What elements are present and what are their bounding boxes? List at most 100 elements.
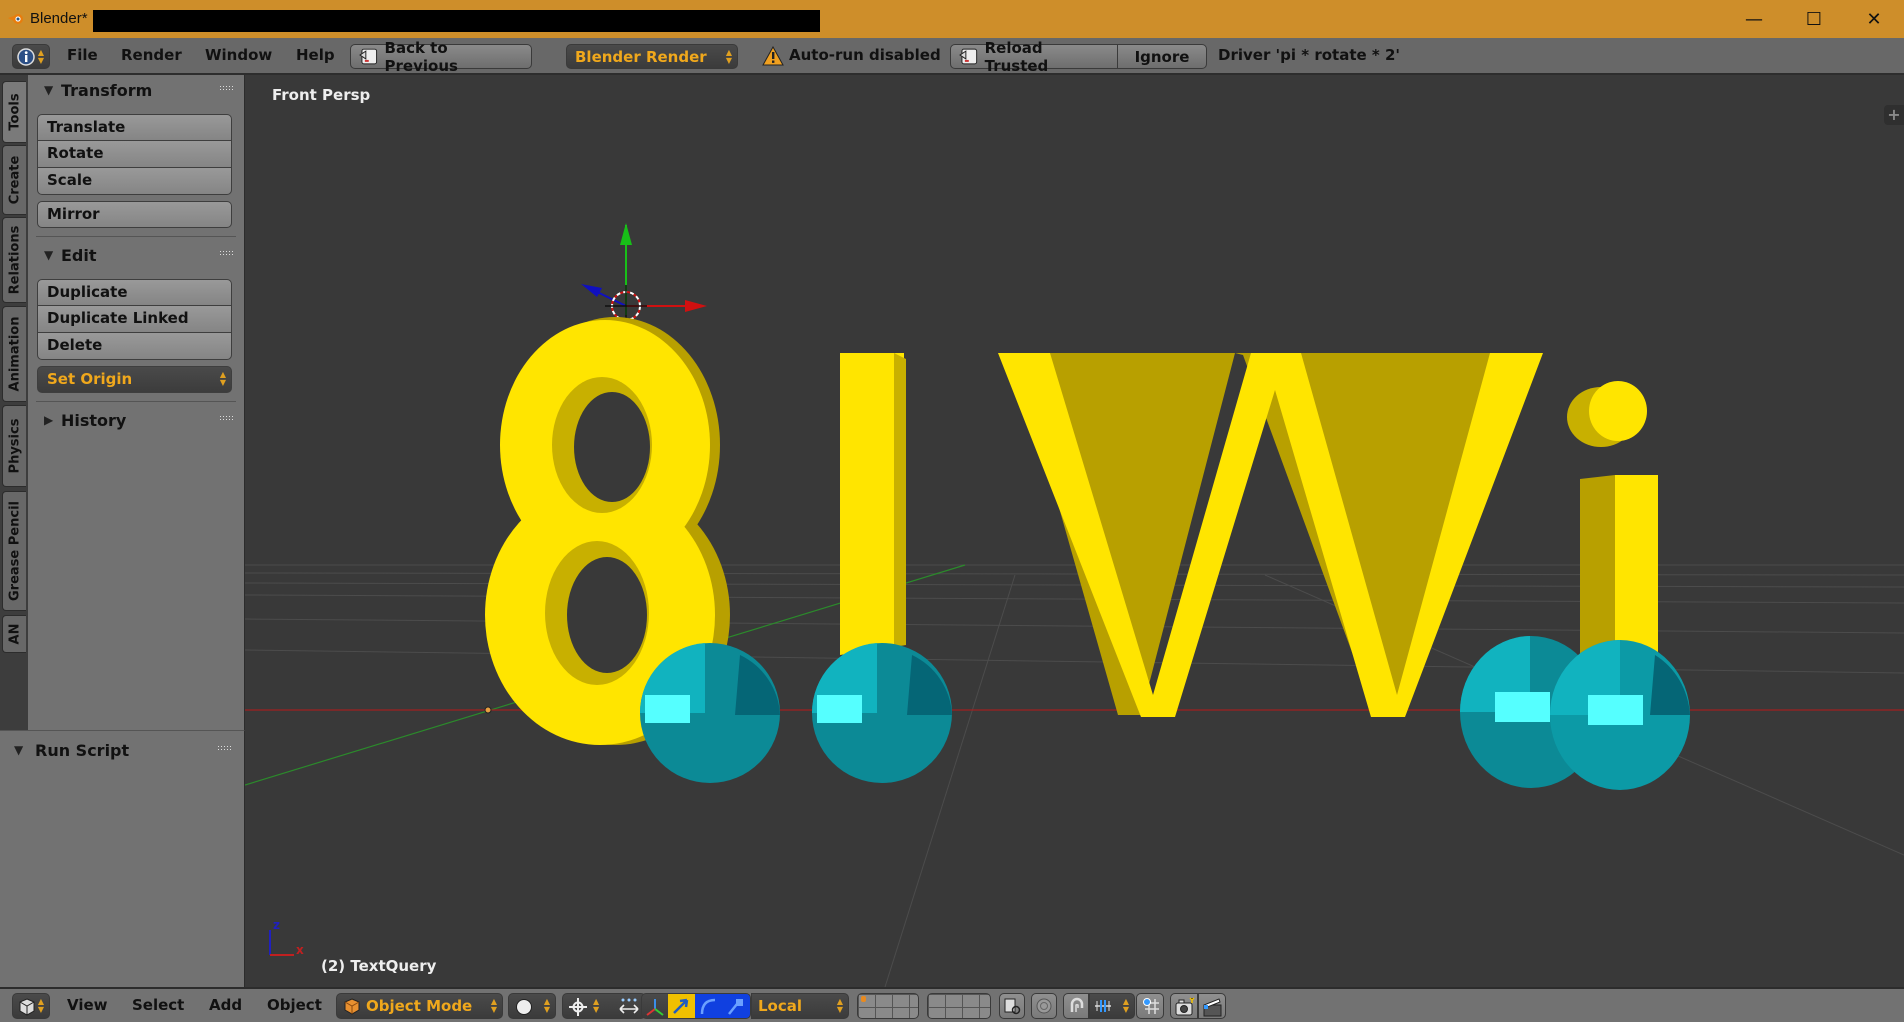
ignore-button[interactable]: Ignore [1117,44,1207,69]
updown-icon: ▲ ▼ [219,370,226,387]
viewport-shading-dropdown[interactable]: ▲ ▼ [508,993,556,1019]
tab-animation[interactable]: Animation [2,306,26,402]
drag-grip-icon[interactable] [217,745,231,751]
proportional-editing-button[interactable] [1031,993,1057,1019]
view-name-label: Front Persp [272,86,371,104]
interaction-mode-dropdown[interactable]: Object Mode ▲ ▼ [336,993,503,1019]
snap-toggle-button[interactable] [1063,993,1089,1019]
tab-grease-pencil-label: Grease Pencil [7,501,22,601]
tool-tabs: Tools Create Relations Animation Physics… [0,75,28,730]
render-engine-dropdown[interactable]: Blender Render ▲ ▼ [566,44,738,69]
lock-layers-button[interactable] [999,993,1025,1019]
editor-type-selector[interactable]: ▲ ▼ [12,993,50,1019]
tab-animation-label: Animation [7,316,22,392]
orientation-label: Local [758,997,803,1015]
sphere-1 [639,643,780,783]
editor-type-selector[interactable]: ▲ ▼ [12,44,50,69]
updown-icon: ▲ ▼ [836,997,843,1014]
panel-run-script-title: Run Script [35,741,130,760]
expand-down-icon: ▼ [14,743,24,757]
scene-layers-1[interactable] [857,993,919,1019]
ignore-label: Ignore [1134,47,1190,66]
window-title: Blender* [30,10,88,27]
menu-select[interactable]: Select [132,989,184,1022]
drag-grip-icon[interactable] [219,250,233,256]
duplicate-button[interactable]: Duplicate [37,279,232,306]
minimize-button[interactable]: — [1724,0,1784,38]
text-mesh-w [998,353,1560,717]
scale-button[interactable]: Scale [37,168,232,195]
text-mesh-l [840,353,906,655]
updown-icon: ▲ ▼ [725,48,732,65]
clapperboard-icon [1203,998,1222,1017]
panel-edit-header[interactable]: ▼ Edit [28,242,245,270]
maximize-button[interactable]: ☐ [1784,0,1844,38]
snap-element-dropdown[interactable]: ▲ ▼ [1089,993,1135,1019]
object-mode-icon [344,998,360,1015]
snap-increment-icon [1095,1000,1111,1012]
object-origin [484,706,492,714]
translate-manipulator-toggle[interactable] [668,994,695,1018]
delete-button[interactable]: Delete [37,333,232,360]
menu-help[interactable]: Help [296,38,335,73]
manipulator-group [641,993,751,1019]
menu-view[interactable]: View [67,989,108,1022]
tab-tools[interactable]: Tools [2,81,26,143]
expand-right-icon: ▶ [44,413,54,427]
drag-grip-icon[interactable] [219,85,233,91]
panel-history-header[interactable]: ▶ History [28,407,245,435]
axis-gizmo: z x [269,920,304,957]
close-button[interactable]: ✕ [1844,0,1904,38]
translate-button[interactable]: Translate [37,114,232,141]
menu-file[interactable]: File [67,38,98,73]
menu-render[interactable]: Render [121,38,182,73]
render-opengl-animation-button[interactable] [1198,993,1226,1019]
pivot-point-dropdown[interactable]: ▲ ▼ [562,993,646,1019]
manipulate-centers-icon [619,998,639,1014]
rotate-manipulator-toggle[interactable] [695,994,722,1018]
blender-logo-icon [8,14,23,24]
3d-viewport[interactable]: Front Persp + z x (2) TextQuery [245,75,1904,987]
transform-orientation-dropdown[interactable]: Local ▲ ▼ [751,993,849,1019]
tab-create[interactable]: Create [2,145,26,215]
active-object-label: (2) TextQuery [321,957,437,975]
mirror-button[interactable]: Mirror [37,201,232,228]
properties-region-toggle[interactable]: + [1884,105,1904,125]
menu-object[interactable]: Object [267,989,322,1022]
rotate-button[interactable]: Rotate [37,141,232,168]
arrow-translate-icon [673,998,689,1014]
menu-add[interactable]: Add [209,989,242,1022]
cube-view-icon [19,998,35,1016]
snap-target-button[interactable] [1136,993,1164,1019]
menu-window[interactable]: Window [205,38,272,73]
panel-divider [36,401,236,402]
reload-trusted-button[interactable]: Reload Trusted [950,39,1118,75]
tab-physics[interactable]: Physics [2,405,26,487]
camera-icon [1175,997,1195,1016]
tab-relations[interactable]: Relations [2,217,26,303]
drag-grip-icon[interactable] [219,415,233,421]
snap-target-grid-icon [1143,998,1159,1014]
set-origin-dropdown[interactable]: Set Origin ▲ ▼ [37,366,232,393]
set-origin-label: Set Origin [47,370,133,388]
back-to-previous-button[interactable]: Back to Previous [350,39,532,75]
duplicate-linked-button[interactable]: Duplicate Linked [37,306,232,333]
panel-run-script-header[interactable]: ▼ Run Script [0,737,245,765]
scene-layers-2[interactable] [927,993,991,1019]
3d-cursor [581,223,707,330]
tab-an[interactable]: AN [2,615,26,653]
render-opengl-image-button[interactable] [1170,993,1198,1019]
solid-shading-icon [516,999,532,1015]
tab-grease-pencil[interactable]: Grease Pencil [2,491,26,611]
tab-tools-label: Tools [7,93,22,131]
manipulator-toggle-icon[interactable] [644,996,666,1018]
axis-x-label: x [296,943,304,957]
panel-history-title: History [61,411,127,430]
driver-error-message: Driver 'pi * rotate * 2' [1218,46,1400,64]
tab-relations-label: Relations [7,225,22,295]
scale-manipulator-toggle[interactable] [722,994,750,1018]
panel-transform-header[interactable]: ▼ Transform [28,77,245,105]
warning-icon [762,46,784,66]
sphere-2 [811,643,952,783]
back-screen-icon [359,48,378,64]
